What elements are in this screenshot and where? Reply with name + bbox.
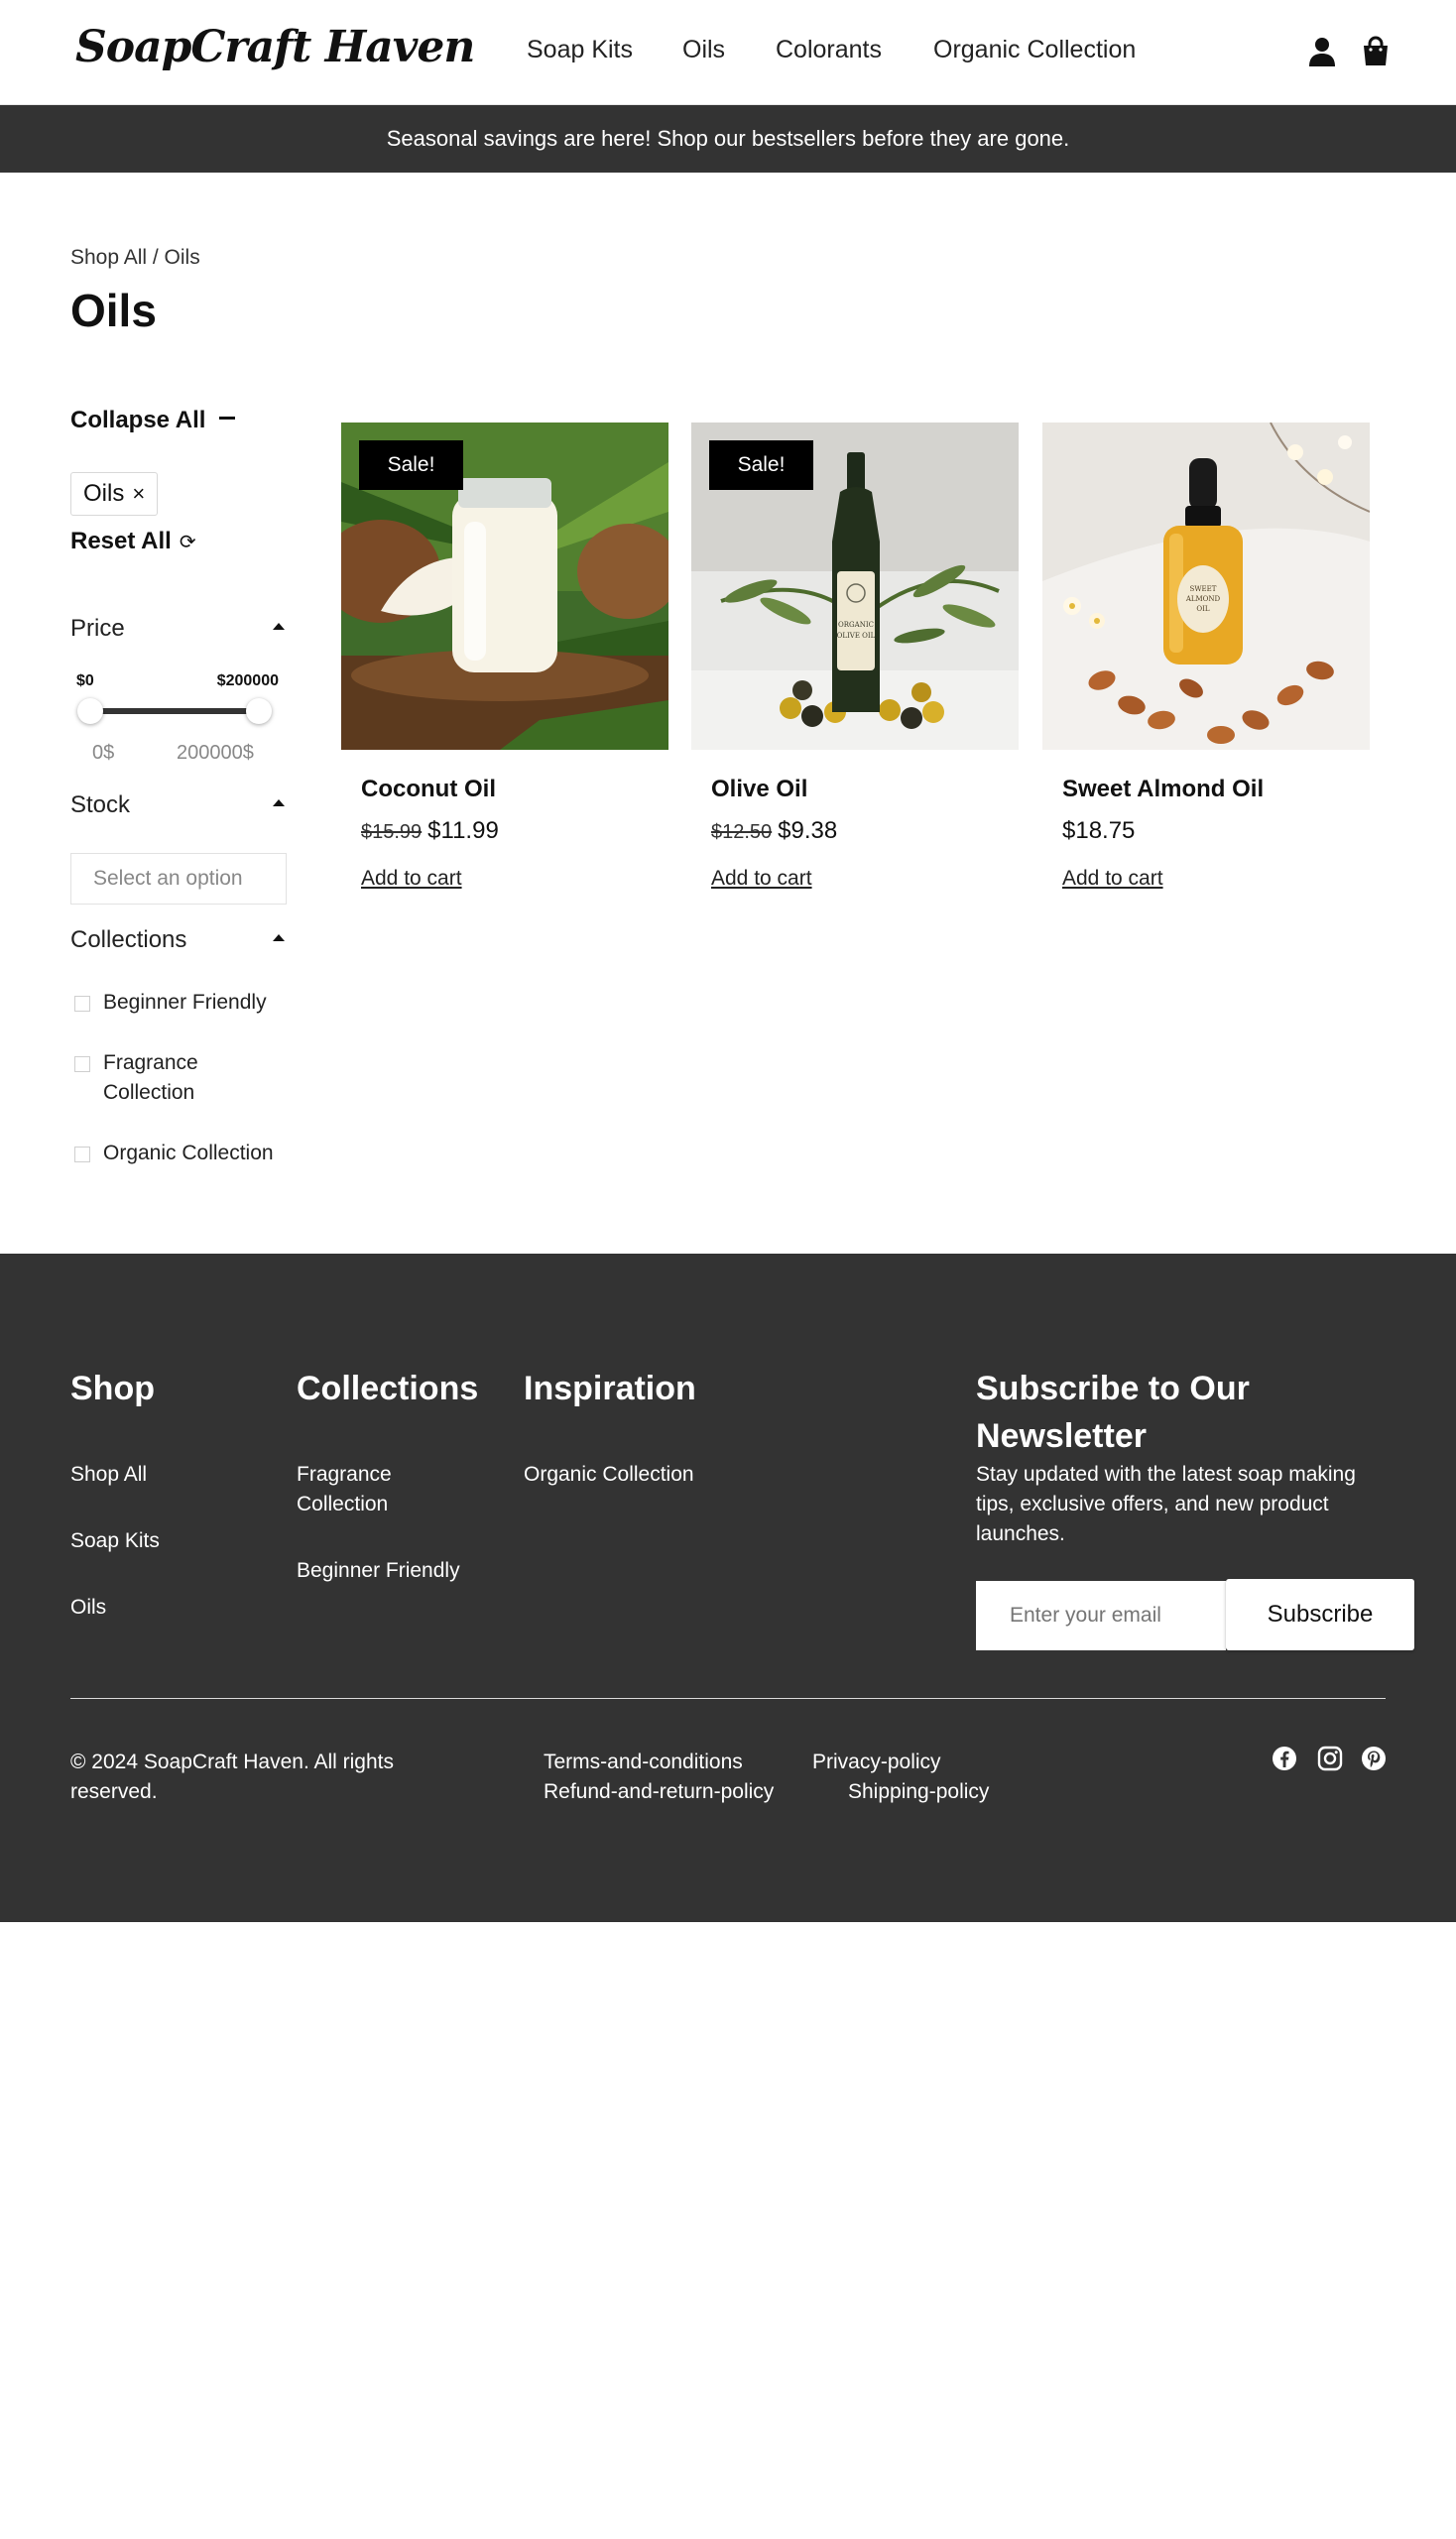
sale-badge: Sale! xyxy=(709,440,813,490)
footer-link-shipping[interactable]: Shipping-policy xyxy=(848,1777,989,1807)
price-slider-track[interactable] xyxy=(90,708,259,714)
product-image-sweet-almond-oil[interactable]: SWEET ALMOND OIL xyxy=(1042,423,1370,750)
price-min-readout: 0$ xyxy=(92,742,115,764)
chip-label: Oils xyxy=(83,480,125,507)
product-image-coconut-oil[interactable]: Sale! xyxy=(341,423,668,750)
add-to-cart-link[interactable]: Add to cart xyxy=(361,867,462,891)
refresh-icon: ⟳ xyxy=(179,532,196,553)
newsletter-email-input[interactable] xyxy=(976,1581,1226,1650)
sale-price: $11.99 xyxy=(427,817,499,844)
footer-divider xyxy=(70,1698,1386,1699)
stock-filter-label: Stock xyxy=(70,791,131,818)
newsletter-heading: Subscribe to Our Newsletter xyxy=(976,1370,1250,1455)
pinterest-icon[interactable] xyxy=(1361,1746,1387,1771)
footer-link-oils[interactable]: Oils xyxy=(70,1593,106,1623)
price-min-label: $0 xyxy=(76,672,94,689)
reset-all-button[interactable]: Reset All ⟳ xyxy=(70,528,196,555)
footer-link-privacy[interactable]: Privacy-policy xyxy=(812,1748,941,1777)
close-icon[interactable]: × xyxy=(132,481,145,506)
sale-price: $9.38 xyxy=(778,817,838,844)
chevron-up-icon xyxy=(273,934,285,941)
footer-shop-heading: Shop xyxy=(70,1370,155,1407)
subscribe-button[interactable]: Subscribe xyxy=(1226,1579,1414,1650)
footer-link-refund[interactable]: Refund-and-return-policy xyxy=(544,1777,774,1807)
footer-inspiration-heading: Inspiration xyxy=(524,1370,696,1407)
collapse-all-label: Collapse All xyxy=(70,407,206,433)
sweet-almond-oil-photo: SWEET ALMOND OIL xyxy=(1042,423,1370,750)
original-price: $15.99 xyxy=(361,821,423,843)
chevron-up-icon xyxy=(273,623,285,630)
price-filter-label: Price xyxy=(70,615,125,642)
product-name[interactable]: Olive Oil xyxy=(711,776,807,803)
account-icon[interactable] xyxy=(1307,36,1337,67)
footer-link-shop-all[interactable]: Shop All xyxy=(70,1460,147,1490)
active-filter-chip: Oils × xyxy=(70,472,159,516)
chevron-up-icon xyxy=(273,799,285,806)
newsletter-text: Stay updated with the latest soap making… xyxy=(976,1463,1356,1545)
almond-bottle-label: ALMOND xyxy=(1185,595,1221,603)
add-to-cart-link[interactable]: Add to cart xyxy=(711,867,812,891)
nav-colorants[interactable]: Colorants xyxy=(776,36,882,64)
stock-filter-toggle[interactable]: Stock xyxy=(70,791,285,819)
add-to-cart-link[interactable]: Add to cart xyxy=(1062,867,1163,891)
footer-collections-heading: Collections xyxy=(297,1370,479,1407)
nav-soap-kits[interactable]: Soap Kits xyxy=(527,36,633,64)
olive-bottle-label: OLIVE OIL xyxy=(837,632,876,640)
olive-bottle-label: ORGANIC xyxy=(838,621,874,629)
checkbox[interactable] xyxy=(74,1147,90,1162)
checkbox[interactable] xyxy=(74,996,90,1012)
site-footer: Shop Shop All Soap Kits Oils Collections… xyxy=(0,1254,1456,1922)
product-price: $12.50 $9.38 xyxy=(711,817,837,845)
almond-bottle-label: OIL xyxy=(1196,605,1210,613)
footer-link-beginner-friendly[interactable]: Beginner Friendly xyxy=(297,1556,460,1586)
nav-organic-collection[interactable]: Organic Collection xyxy=(933,36,1136,64)
reset-all-label: Reset All xyxy=(70,528,172,554)
page-title: Oils xyxy=(70,285,157,336)
price-max-label: $200000 xyxy=(216,672,279,689)
product-image-olive-oil[interactable]: ORGANIC OLIVE OIL Sale! xyxy=(691,423,1019,750)
copyright-text: © 2024 SoapCraft Haven. All rights reser… xyxy=(70,1751,394,1803)
product-name[interactable]: Sweet Almond Oil xyxy=(1062,776,1264,803)
regular-price: $18.75 xyxy=(1062,817,1136,844)
collection-option-label: Organic Collection xyxy=(103,1142,274,1164)
minus-icon xyxy=(219,417,236,421)
breadcrumb[interactable]: Shop All / Oils xyxy=(70,246,200,270)
product-price: $15.99 $11.99 xyxy=(361,817,499,845)
footer-link-organic-collection[interactable]: Organic Collection xyxy=(524,1460,694,1490)
price-slider-max-handle[interactable] xyxy=(246,698,272,724)
stock-select[interactable]: Select an option xyxy=(70,853,287,905)
footer-link-soap-kits[interactable]: Soap Kits xyxy=(70,1526,160,1556)
collections-filter-toggle[interactable]: Collections xyxy=(70,926,285,954)
announcement-bar: Seasonal savings are here! Shop our best… xyxy=(0,105,1456,173)
checkbox[interactable] xyxy=(74,1056,90,1072)
footer-link-fragrance-collection[interactable]: Fragrance Collection xyxy=(297,1460,435,1519)
almond-bottle-label: SWEET xyxy=(1190,585,1217,593)
product-price: $18.75 xyxy=(1062,817,1135,845)
original-price: $12.50 xyxy=(711,821,773,843)
product-name[interactable]: Coconut Oil xyxy=(361,776,496,803)
collection-option-label: Beginner Friendly xyxy=(103,991,267,1014)
nav-oils[interactable]: Oils xyxy=(682,36,725,64)
price-max-readout: 200000$ xyxy=(177,742,254,764)
instagram-icon[interactable] xyxy=(1317,1746,1343,1771)
sale-badge: Sale! xyxy=(359,440,463,490)
collection-option-label: Fragrance Collection xyxy=(103,1051,198,1104)
site-logo[interactable]: SoapCraft Haven xyxy=(75,22,475,72)
price-slider-min-handle[interactable] xyxy=(77,698,103,724)
price-filter-toggle[interactable]: Price xyxy=(70,615,285,643)
collections-filter-label: Collections xyxy=(70,926,187,953)
cart-icon[interactable] xyxy=(1361,36,1391,67)
footer-link-terms[interactable]: Terms-and-conditions xyxy=(544,1748,743,1777)
collapse-all-button[interactable]: Collapse All xyxy=(70,407,236,434)
facebook-icon[interactable] xyxy=(1272,1746,1297,1771)
site-header: SoapCraft Haven Soap Kits Oils Colorants… xyxy=(0,0,1456,105)
